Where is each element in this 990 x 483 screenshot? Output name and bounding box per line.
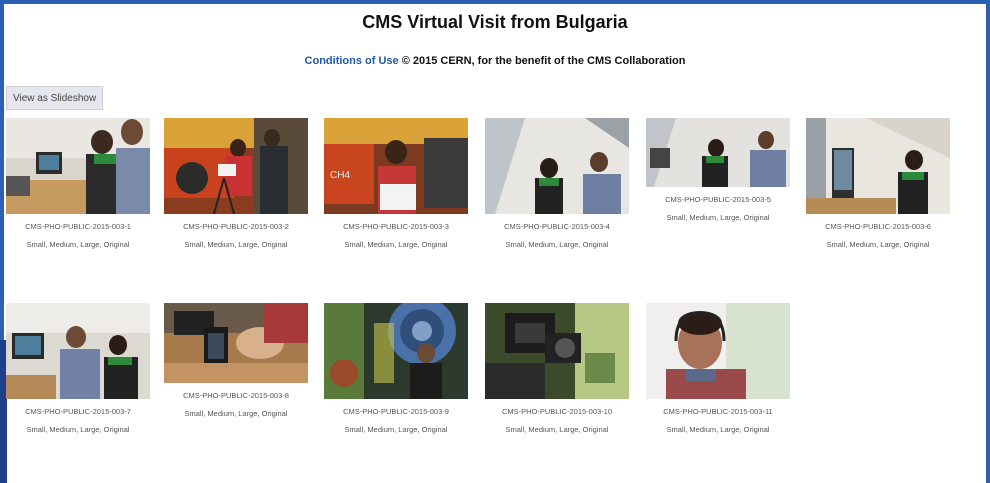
photo-thumbnail[interactable] bbox=[324, 303, 468, 399]
photo-card: CMS-PHO-PUBLIC-2015-003-11 Small, Medium… bbox=[646, 303, 790, 435]
photo-size-links[interactable]: Small, Medium, Large, Original bbox=[646, 213, 790, 223]
photo-card: CMS-PHO-PUBLIC-2015-003-8 Small, Medium,… bbox=[164, 303, 308, 419]
photo-card: CMS-PHO-PUBLIC-2015-003-2 Small, Medium,… bbox=[164, 118, 308, 250]
copyright-text: © 2015 CERN, for the benefit of the CMS … bbox=[401, 55, 686, 67]
photo-thumbnail[interactable] bbox=[485, 118, 629, 214]
photo-size-links[interactable]: Small, Medium, Large, Original bbox=[485, 240, 629, 250]
photo-size-links[interactable]: Small, Medium, Large, Original bbox=[164, 240, 308, 250]
photo-caption: CMS-PHO-PUBLIC-2015-003-11 bbox=[663, 407, 773, 416]
photo-size-links[interactable]: Small, Medium, Large, Original bbox=[6, 425, 150, 435]
svg-text:CH4: CH4 bbox=[330, 170, 350, 181]
photo-caption: CMS-PHO-PUBLIC-2015-003-2 bbox=[183, 222, 289, 231]
photo-thumbnail[interactable] bbox=[164, 118, 308, 214]
page-title: CMS Virtual Visit from Bulgaria bbox=[362, 12, 628, 32]
photo-thumbnail[interactable] bbox=[485, 303, 629, 399]
photo-thumbnail[interactable] bbox=[646, 303, 790, 399]
photo-thumbnail[interactable] bbox=[6, 118, 150, 214]
photo-card: CMS-PHO-PUBLIC-2015-003-9 Small, Medium,… bbox=[324, 303, 468, 435]
photo-card: CH4 CMS-PHO-PUBLIC-2015-003-3 Small, Med… bbox=[324, 118, 468, 250]
window-frame-top bbox=[0, 0, 990, 4]
photo-thumbnail[interactable] bbox=[164, 303, 308, 383]
window-frame-right bbox=[986, 0, 990, 483]
photo-card: CMS-PHO-PUBLIC-2015-003-10 Small, Medium… bbox=[485, 303, 629, 435]
photo-thumbnail[interactable] bbox=[646, 118, 790, 187]
photo-size-links[interactable]: Small, Medium, Large, Original bbox=[164, 409, 308, 419]
photo-size-links[interactable]: Small, Medium, Large, Original bbox=[324, 240, 468, 250]
photo-card: CMS-PHO-PUBLIC-2015-003-4 Small, Medium,… bbox=[485, 118, 629, 250]
photo-caption: CMS-PHO-PUBLIC-2015-003-1 bbox=[25, 222, 131, 231]
photo-card: CMS-PHO-PUBLIC-2015-003-7 Small, Medium,… bbox=[6, 303, 150, 435]
photo-size-links[interactable]: Small, Medium, Large, Original bbox=[6, 240, 150, 250]
photo-card: CMS-PHO-PUBLIC-2015-003-1 Small, Medium,… bbox=[6, 118, 150, 250]
photo-size-links[interactable]: Small, Medium, Large, Original bbox=[646, 425, 790, 435]
view-as-slideshow-button[interactable]: View as Slideshow bbox=[6, 86, 104, 110]
photo-caption: CMS-PHO-PUBLIC-2015-003-10 bbox=[501, 407, 613, 416]
photo-thumbnail[interactable] bbox=[806, 118, 950, 214]
conditions-of-use-link[interactable]: Conditions of Use bbox=[305, 55, 399, 67]
photo-caption: CMS-PHO-PUBLIC-2015-003-9 bbox=[343, 407, 449, 416]
photo-size-links[interactable]: Small, Medium, Large, Original bbox=[485, 425, 629, 435]
photo-thumbnail[interactable] bbox=[6, 303, 150, 399]
photo-card: CMS-PHO-PUBLIC-2015-003-5 Small, Medium,… bbox=[646, 118, 790, 223]
photo-caption: CMS-PHO-PUBLIC-2015-003-5 bbox=[665, 195, 771, 204]
photo-card: CMS-PHO-PUBLIC-2015-003-6 Small, Medium,… bbox=[806, 118, 950, 250]
photo-caption: CMS-PHO-PUBLIC-2015-003-3 bbox=[343, 222, 449, 231]
photo-caption: CMS-PHO-PUBLIC-2015-003-7 bbox=[25, 407, 131, 416]
photo-thumbnail[interactable]: CH4 bbox=[324, 118, 468, 214]
copyright-line: Conditions of Use © 2015 CERN, for the b… bbox=[0, 55, 990, 67]
photo-size-links[interactable]: Small, Medium, Large, Original bbox=[324, 425, 468, 435]
photo-caption: CMS-PHO-PUBLIC-2015-003-6 bbox=[825, 222, 931, 231]
photo-caption: CMS-PHO-PUBLIC-2015-003-8 bbox=[183, 391, 289, 400]
photo-caption: CMS-PHO-PUBLIC-2015-003-4 bbox=[504, 222, 610, 231]
photo-size-links[interactable]: Small, Medium, Large, Original bbox=[806, 240, 950, 250]
